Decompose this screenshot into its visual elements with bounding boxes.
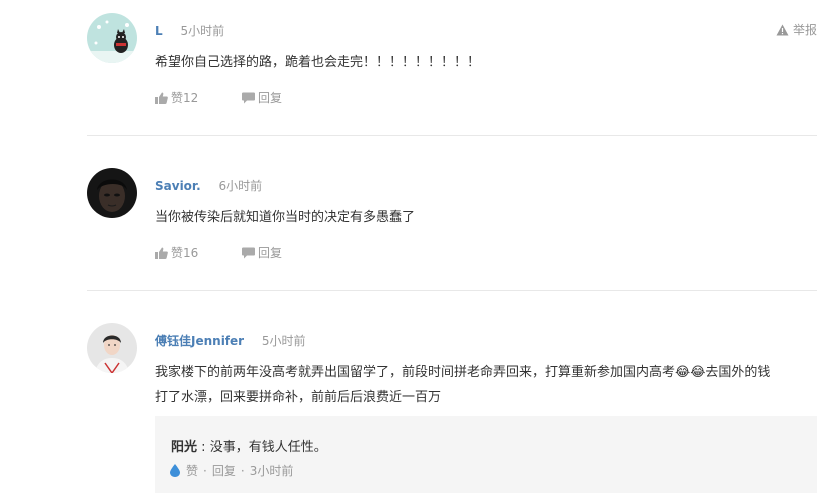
nested-reply-content: 阳光 : 没事，有钱人任性。 xyxy=(171,436,327,455)
nested-like-button[interactable]: 赞 xyxy=(186,462,198,479)
avatar[interactable] xyxy=(87,168,137,218)
reply-button[interactable]: 回复 xyxy=(242,244,282,261)
username[interactable]: Savior. xyxy=(155,179,201,193)
comment-actions: 赞16 回复 xyxy=(155,244,282,261)
reply-label: 回复 xyxy=(258,246,283,260)
comment-text-line: 我家楼下的前两年没高考就弄出国留学了，前段时间拼老命弄回来，打算重新参加国内高考… xyxy=(155,365,771,380)
timestamp: 5小时前 xyxy=(180,24,225,38)
divider xyxy=(87,290,817,291)
comment-text: 当你被传染后就知道你当时的决定有多愚蠢了 xyxy=(155,210,416,225)
reply-button[interactable]: 回复 xyxy=(242,89,282,106)
thumbs-up-icon xyxy=(155,247,168,259)
separator-dot: · xyxy=(203,463,207,478)
report-button[interactable]: 举报 xyxy=(776,21,817,38)
timestamp: 6小时前 xyxy=(218,179,263,193)
username[interactable]: 傅钰佳Jennifer xyxy=(155,334,244,348)
comment-header: Savior. 6小时前 xyxy=(155,177,262,194)
comment-icon xyxy=(242,92,255,103)
separator-dot: · xyxy=(240,463,245,478)
reply-username[interactable]: 阳光 xyxy=(171,440,197,455)
avatar[interactable] xyxy=(87,323,137,373)
reply-text: 没事，有钱人任性。 xyxy=(209,440,327,455)
comment-header: L 5小时前 xyxy=(155,22,224,39)
like-count: 赞16 xyxy=(171,246,199,260)
username[interactable]: L xyxy=(155,24,163,38)
nested-reply-button[interactable]: 回复 xyxy=(212,462,236,479)
like-button[interactable]: 赞12 xyxy=(155,89,242,106)
nested-reply: 阳光 : 没事，有钱人任性。 赞 · 回复 · 3小时前 xyxy=(155,416,817,493)
comment-text: 希望你自己选择的路，跪着也会走完！！！！！！！！！ xyxy=(155,55,481,70)
divider xyxy=(87,135,817,136)
like-button[interactable]: 赞16 xyxy=(155,244,242,261)
comment-actions: 赞12 回复 xyxy=(155,89,282,106)
nested-reply-timestamp: 3小时前 xyxy=(249,464,294,478)
nested-reply-actions: 赞 · 回复 · 3小时前 xyxy=(170,462,293,479)
reply-colon: : xyxy=(201,440,206,455)
comment-icon xyxy=(242,247,255,258)
avatar[interactable] xyxy=(87,13,137,63)
report-label: 举报 xyxy=(792,23,817,37)
reply-label: 回复 xyxy=(258,91,283,105)
timestamp: 5小时前 xyxy=(261,334,306,348)
warning-icon xyxy=(776,24,789,35)
thumbs-up-icon xyxy=(155,92,168,104)
comment-text-line: 打了水漂，回来要拼命补，前前后后浪费近一百万 xyxy=(155,390,442,405)
comment-header: 傅钰佳Jennifer 5小时前 xyxy=(155,332,306,349)
like-count: 赞12 xyxy=(171,91,199,105)
drop-icon xyxy=(170,464,180,477)
